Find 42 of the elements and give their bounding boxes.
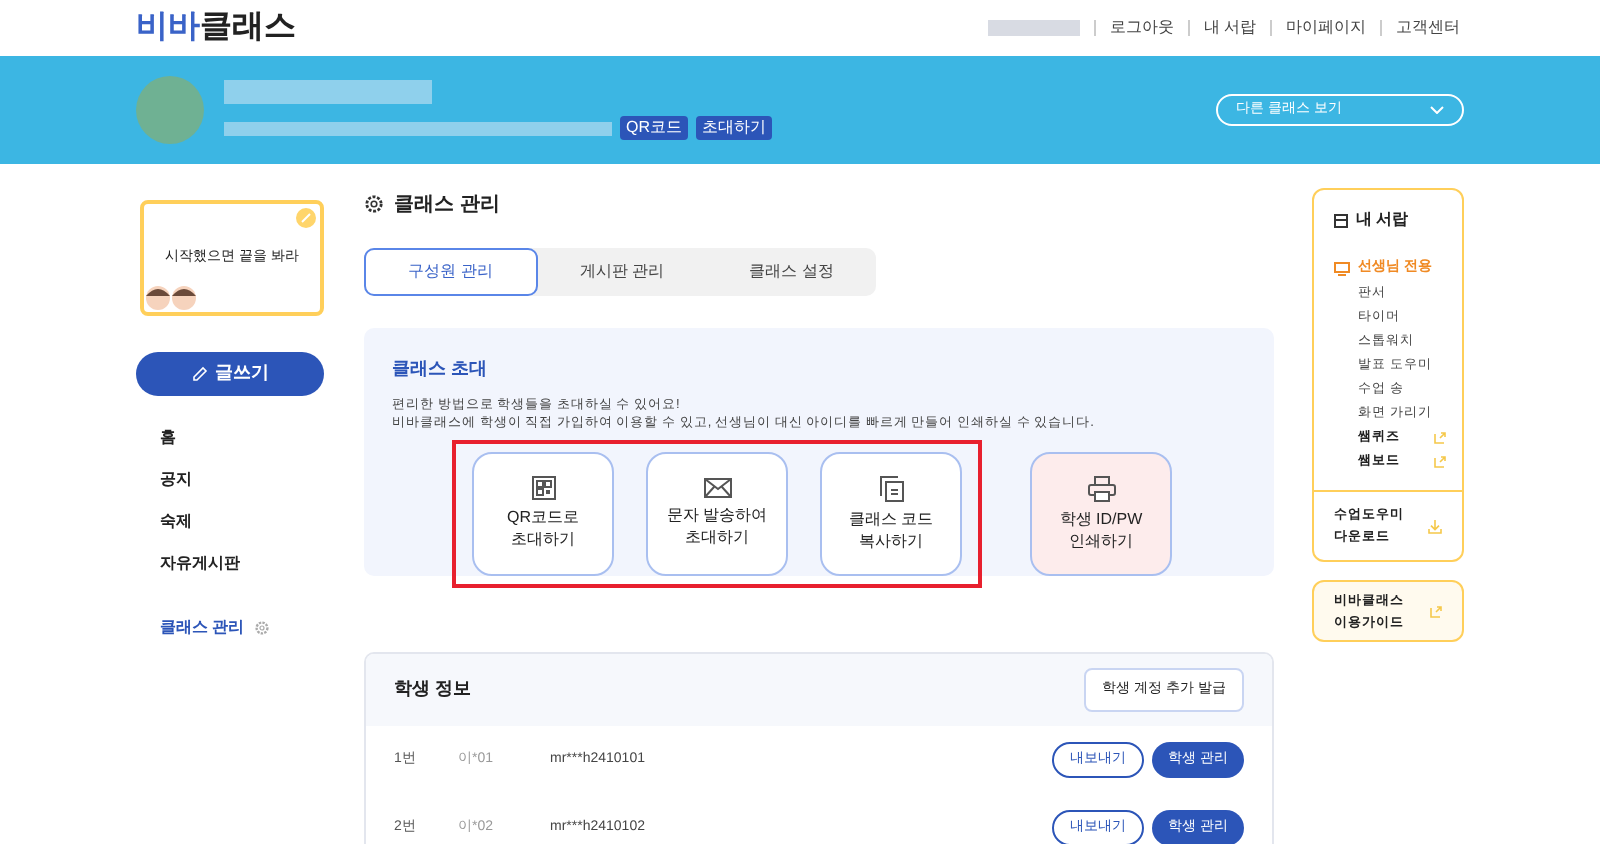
menu-item[interactable]: 클래스 관리 [160, 616, 245, 640]
invite-option-button[interactable]: 문자 발송하여 초대하기 [646, 451, 788, 575]
banner-button[interactable]: QR코드 [620, 116, 688, 140]
menu-item[interactable]: 홈 [136, 416, 328, 458]
section-title: 클래스 초대 [392, 356, 490, 382]
tab[interactable]: 구성원 관리 [364, 248, 538, 296]
avatar-placeholder [136, 76, 204, 144]
external-link-icon [1430, 605, 1442, 617]
invite-option-button[interactable]: 클래스 코드 복사하기 [820, 451, 962, 575]
drawer-title: 내 서랍 [1356, 208, 1409, 232]
menu-item[interactable]: 숙제 [136, 500, 328, 542]
qr-code-icon [531, 476, 555, 500]
external-link-icon [1434, 432, 1446, 444]
invite-option-button[interactable]: QR코드로 초대하기 [472, 451, 614, 575]
user-name-blurred [987, 20, 1080, 36]
gear-icon [254, 620, 271, 636]
monitor-icon [1334, 262, 1350, 276]
nav-link[interactable]: 고객센터 [1396, 16, 1460, 40]
logo-text[interactable]: 비바 [136, 4, 200, 52]
chevron-down-icon [1430, 106, 1444, 114]
section-title: 학생 정보 [394, 676, 472, 703]
logo-text[interactable]: 클래스 [200, 4, 296, 52]
envelope-icon [703, 478, 731, 498]
nav-link[interactable]: 로그아웃 [1109, 16, 1174, 40]
tab[interactable]: 게시판 관리 [537, 248, 707, 296]
pencil-icon [191, 366, 207, 382]
nav-link[interactable]: 내 서랍 [1203, 16, 1256, 40]
invite-option-button[interactable]: 학생 ID/PW 인쇄하기 [1030, 451, 1172, 575]
pencil-icon [296, 208, 316, 228]
banner-button[interactable]: 초대하기 [696, 116, 772, 140]
menu-item[interactable]: 공지 [136, 458, 328, 500]
download-icon [1428, 519, 1442, 533]
page-title: 클래스 관리 [394, 191, 500, 219]
printer-icon [1087, 475, 1115, 501]
copy-icon [879, 475, 903, 501]
external-link-icon [1434, 456, 1446, 468]
nav-link[interactable]: 마이페이지 [1286, 16, 1366, 40]
menu-item[interactable]: 자유게시판 [136, 542, 328, 584]
tab[interactable]: 클래스 설정 [706, 248, 877, 296]
drawer-icon [1334, 213, 1348, 227]
write-button[interactable]: 글쓰기 [136, 352, 324, 396]
settings-icon [364, 194, 384, 214]
